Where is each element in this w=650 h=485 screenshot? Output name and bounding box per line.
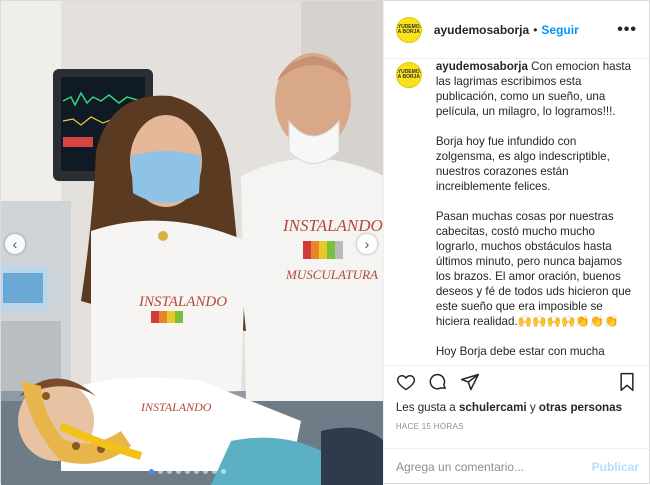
- comment-input[interactable]: [396, 460, 592, 474]
- likes-middle: y: [526, 401, 539, 414]
- caption-text-block: ayudemosaborja Con emocion hasta las lag…: [436, 59, 636, 365]
- post-header: AYUDEMOS A BORJA ayudemosaborja • Seguir…: [383, 1, 649, 59]
- post-timestamp[interactable]: HACE 15 HORAS: [384, 414, 649, 431]
- shirt-text-man-1: INSTALANDO: [282, 216, 383, 235]
- post-username[interactable]: ayudemosaborja: [434, 23, 529, 37]
- likes-others-link[interactable]: otras personas: [539, 401, 622, 414]
- caption-username[interactable]: ayudemosaborja: [436, 60, 528, 73]
- caption-avatar-text: AYUDEMOS A BORJA: [395, 69, 422, 80]
- instagram-post: INSTALANDO MUSCULATURA INSTALANDO INSTAL…: [0, 0, 650, 485]
- carousel-dot: [158, 469, 163, 474]
- follow-button[interactable]: Seguir: [541, 23, 578, 37]
- more-options-icon[interactable]: •••: [617, 21, 637, 39]
- bookmark-icon[interactable]: [617, 372, 637, 392]
- carousel-dot: [176, 469, 181, 474]
- publish-button[interactable]: Publicar: [592, 460, 639, 474]
- carousel-dot: [149, 469, 154, 474]
- comment-box: Publicar: [384, 448, 650, 485]
- chevron-left-icon[interactable]: ‹: [5, 234, 25, 254]
- avatar[interactable]: AYUDEMOS A BORJA: [395, 16, 422, 43]
- likes-user-link[interactable]: schulercami: [459, 401, 527, 414]
- post-actions: [383, 365, 649, 397]
- heart-icon[interactable]: [396, 372, 416, 392]
- caption-avatar[interactable]: AYUDEMOS A BORJA: [395, 62, 422, 88]
- separator-dot: •: [533, 22, 538, 37]
- caption-body: Con emocion hasta las lagrimas escribimo…: [435, 60, 632, 358]
- carousel-dot: [194, 469, 199, 474]
- likes-prefix: Les gusta a: [395, 401, 459, 414]
- shirt-text-man-2: MUSCULATURA: [285, 267, 378, 282]
- comment-icon[interactable]: [428, 372, 448, 392]
- post-caption: AYUDEMOS A BORJA ayudemosaborja Con emoc…: [384, 59, 649, 365]
- shirt-text-baby: INSTALANDO: [140, 400, 212, 414]
- carousel-dot: [212, 469, 217, 474]
- chevron-right-icon[interactable]: ›: [357, 234, 377, 254]
- shirt-text-woman: INSTALANDO: [138, 294, 227, 310]
- carousel-dot: [221, 469, 226, 474]
- carousel-dot: [185, 469, 190, 474]
- carousel-dot: [167, 469, 172, 474]
- share-icon[interactable]: [460, 372, 480, 392]
- likes-summary: Les gusta a schulercami y otras personas: [384, 397, 649, 414]
- carousel-dots: [149, 469, 226, 474]
- post-sidebar: AYUDEMOS A BORJA ayudemosaborja • Seguir…: [382, 1, 649, 485]
- post-photo[interactable]: INSTALANDO MUSCULATURA INSTALANDO INSTAL…: [1, 1, 383, 485]
- carousel-dot: [203, 469, 208, 474]
- avatar-text: AYUDEMOS A BORJA: [395, 23, 422, 35]
- photo-illustration: INSTALANDO MUSCULATURA INSTALANDO INSTAL…: [1, 1, 383, 485]
